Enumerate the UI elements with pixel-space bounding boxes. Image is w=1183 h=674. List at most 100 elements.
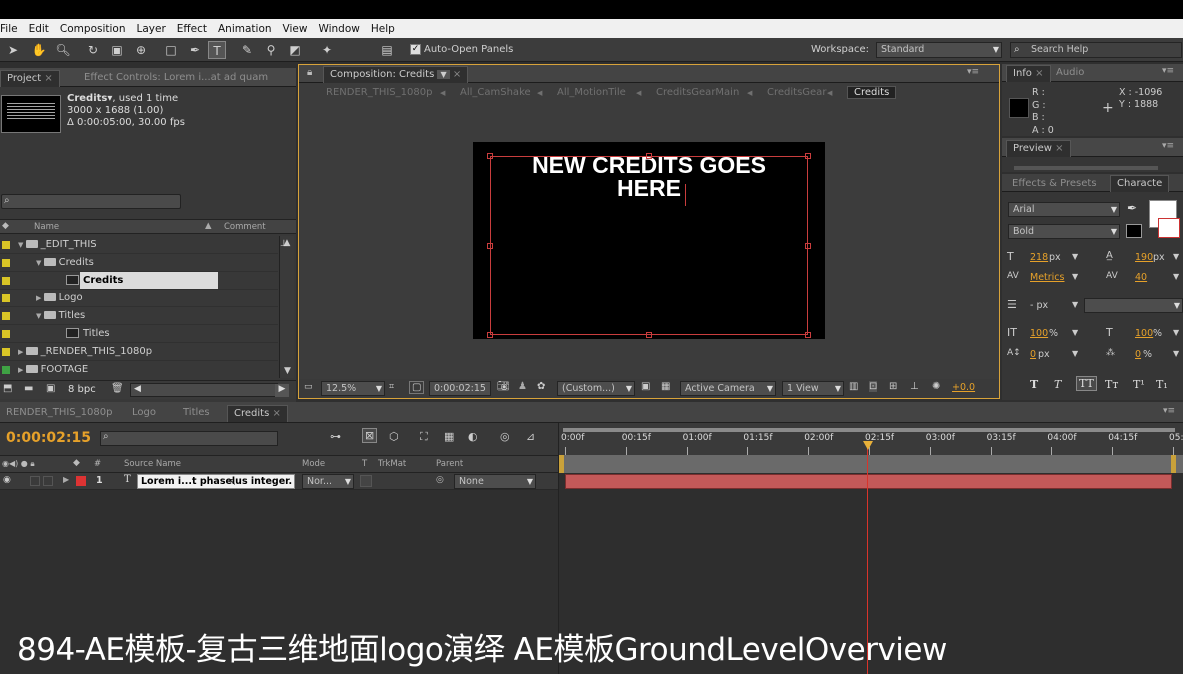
live-update-icon[interactable]: ⊠ xyxy=(362,428,378,443)
tab-effects-presets[interactable]: Effects & Presets xyxy=(1006,176,1103,193)
stroke-color-swatch[interactable] xyxy=(1158,218,1180,238)
twirl-closed-icon[interactable]: ▶ xyxy=(36,294,44,302)
panel-menu-icon[interactable]: ▾≡ xyxy=(967,67,979,77)
tsume-value[interactable]: 0 xyxy=(1135,349,1141,360)
twirl-open-icon[interactable]: ▼ xyxy=(36,312,44,320)
bpc-label[interactable]: 8 bpc xyxy=(68,384,96,395)
menu-file[interactable]: File xyxy=(0,23,18,35)
work-area-end[interactable] xyxy=(1171,455,1176,473)
handle[interactable] xyxy=(487,332,493,338)
resolution-select[interactable]: (Custom...) ▼ xyxy=(557,381,635,396)
kerning-arrow-icon[interactable]: ▼ xyxy=(1072,272,1078,281)
pan-behind-tool-icon[interactable]: ⊕ xyxy=(132,41,150,59)
label-color[interactable] xyxy=(2,365,10,374)
visibility-eye-icon[interactable]: ◉ xyxy=(3,475,11,485)
blend-mode-select[interactable]: Nor... ▼ xyxy=(302,474,354,489)
puppet-pin-tool-icon[interactable]: ✦ xyxy=(318,41,336,59)
horizontal-scale-value[interactable]: 100 xyxy=(1135,328,1153,339)
interpret-footage-icon[interactable]: ⬒ xyxy=(3,383,12,394)
superscript-button[interactable]: T¹ xyxy=(1133,378,1145,391)
tab-project[interactable]: Project × xyxy=(0,70,60,87)
zoom-select[interactable]: 12.5% ▼ xyxy=(321,381,385,396)
stroke-width-arrow-icon[interactable]: ▼ xyxy=(1072,300,1078,309)
tab-credits[interactable]: Credits × xyxy=(227,405,288,422)
exposure-value[interactable]: +0.0 xyxy=(952,382,975,393)
project-item[interactable]: Titles xyxy=(0,325,278,343)
lock-icon[interactable]: 🔒︎ xyxy=(307,67,312,78)
new-folder-icon[interactable]: ▬ xyxy=(24,383,33,394)
comp-canvas[interactable]: NEW CREDITS GOES HERE xyxy=(473,142,825,339)
clone-stamp-tool-icon[interactable]: ⚲ xyxy=(262,41,280,59)
layer-row-1[interactable]: ◉ ▶ 1 T Lorem i...t phaselus integer. ↖ … xyxy=(0,473,558,490)
preserve-transparency-switch[interactable] xyxy=(360,475,372,487)
menu-animation[interactable]: Animation xyxy=(218,23,272,35)
work-area-start[interactable] xyxy=(559,455,564,473)
timeline-icon[interactable]: ⊞ xyxy=(889,381,897,392)
stroke-order-select[interactable]: ▼ xyxy=(1084,298,1183,313)
subscript-button[interactable]: T₁ xyxy=(1156,378,1168,391)
twirl-closed-icon[interactable]: ▶ xyxy=(18,348,26,356)
flowchart-view-icon[interactable]: ⊥ xyxy=(910,381,919,392)
comp-timecode[interactable]: 0:00:02:15 xyxy=(429,381,491,396)
breadcrumb-item[interactable]: All_MotionTile xyxy=(557,87,626,98)
work-area-bar[interactable] xyxy=(559,455,1183,473)
font-family-select[interactable]: Arial ▼ xyxy=(1008,202,1120,217)
hand-tool-icon[interactable]: ✋ xyxy=(30,41,48,59)
search-help-input[interactable]: Search Help xyxy=(1010,42,1182,58)
project-item[interactable]: ▼ Titles xyxy=(0,307,278,326)
layer-name-input[interactable]: Lorem i...t phaselus integer. xyxy=(137,474,295,489)
always-preview-icon[interactable]: ▭ xyxy=(304,382,313,392)
timeline-timecode[interactable]: 0:00:02:15 xyxy=(6,430,91,446)
font-size-value[interactable]: 218 xyxy=(1030,252,1048,263)
canvas-text[interactable]: NEW CREDITS GOES HERE xyxy=(473,154,825,200)
shy-icon[interactable]: ⛶ xyxy=(420,430,428,444)
brush-tool-icon[interactable]: ✎ xyxy=(238,41,256,59)
camera-select[interactable]: Active Camera ▼ xyxy=(680,381,776,396)
new-comp-icon[interactable]: ▣ xyxy=(46,383,55,394)
info-menu-icon[interactable]: ▾≡ xyxy=(1162,66,1174,76)
layer-duration-bar[interactable] xyxy=(565,474,1172,489)
col-name[interactable]: Name xyxy=(34,222,59,232)
region-of-interest-icon[interactable]: ▣ xyxy=(641,381,650,392)
col-source-name[interactable]: Source Name xyxy=(124,459,181,469)
eyedropper-icon[interactable]: ✒ xyxy=(1127,201,1137,215)
label-color[interactable] xyxy=(2,276,10,285)
channel-icon[interactable]: ✿ xyxy=(537,381,545,392)
project-item[interactable]: ▼ _EDIT_THIS xyxy=(0,236,278,254)
pickwhip-icon[interactable]: ◎ xyxy=(436,475,444,485)
breadcrumb-item[interactable]: CreditsGear xyxy=(767,87,826,98)
handle[interactable] xyxy=(487,243,493,249)
label-color[interactable] xyxy=(2,294,10,303)
label-color[interactable] xyxy=(2,258,10,267)
safe-zones-icon[interactable]: ⌗ xyxy=(389,382,394,392)
pen-tool-icon[interactable]: ✒ xyxy=(186,41,204,59)
col-mode[interactable]: Mode xyxy=(302,459,325,469)
tab-logo[interactable]: Logo xyxy=(126,405,162,422)
menu-help[interactable]: Help xyxy=(371,23,395,35)
handle[interactable] xyxy=(487,153,493,159)
col-comment[interactable]: Comment xyxy=(224,222,266,232)
tab-render-this[interactable]: RENDER_THIS_1080p xyxy=(0,405,118,422)
handle[interactable] xyxy=(805,243,811,249)
menu-layer[interactable]: Layer xyxy=(137,23,166,35)
project-search-input[interactable] xyxy=(1,194,181,209)
view-layout-select[interactable]: 1 View ▼ xyxy=(782,381,844,396)
tab-titles[interactable]: Titles xyxy=(177,405,216,422)
brainstorm-icon[interactable]: ◎ xyxy=(500,430,510,443)
motion-blur-icon[interactable]: ◐ xyxy=(468,430,478,443)
timeline-search-input[interactable] xyxy=(100,431,278,446)
comp-mini-flowchart-icon[interactable]: ⊶ xyxy=(330,430,341,443)
faux-bold-button[interactable]: T xyxy=(1030,378,1038,391)
panel-icon[interactable]: ▤ xyxy=(378,41,396,59)
project-item[interactable]: Credits xyxy=(0,271,278,290)
breadcrumb-item[interactable]: RENDER_THIS_1080p xyxy=(326,87,432,98)
time-ruler[interactable]: 0:00f 00:15f 01:00f 01:15f 02:00f 02:15f 03:00… xyxy=(559,423,1183,455)
baseline-shift-value[interactable]: 0 xyxy=(1030,349,1036,360)
small-caps-button[interactable]: Tт xyxy=(1105,378,1118,391)
tab-effect-controls[interactable]: Effect Controls: Lorem i...at ad quam xyxy=(78,70,274,87)
menu-window[interactable]: Window xyxy=(318,23,359,35)
mask-visibility-icon[interactable]: ▢ xyxy=(409,381,425,394)
flowchart-icon[interactable]: ⊥ xyxy=(280,239,288,249)
font-size-arrow-icon[interactable]: ▼ xyxy=(1072,252,1078,261)
camera-tool-icon[interactable]: ▣ xyxy=(108,41,126,59)
